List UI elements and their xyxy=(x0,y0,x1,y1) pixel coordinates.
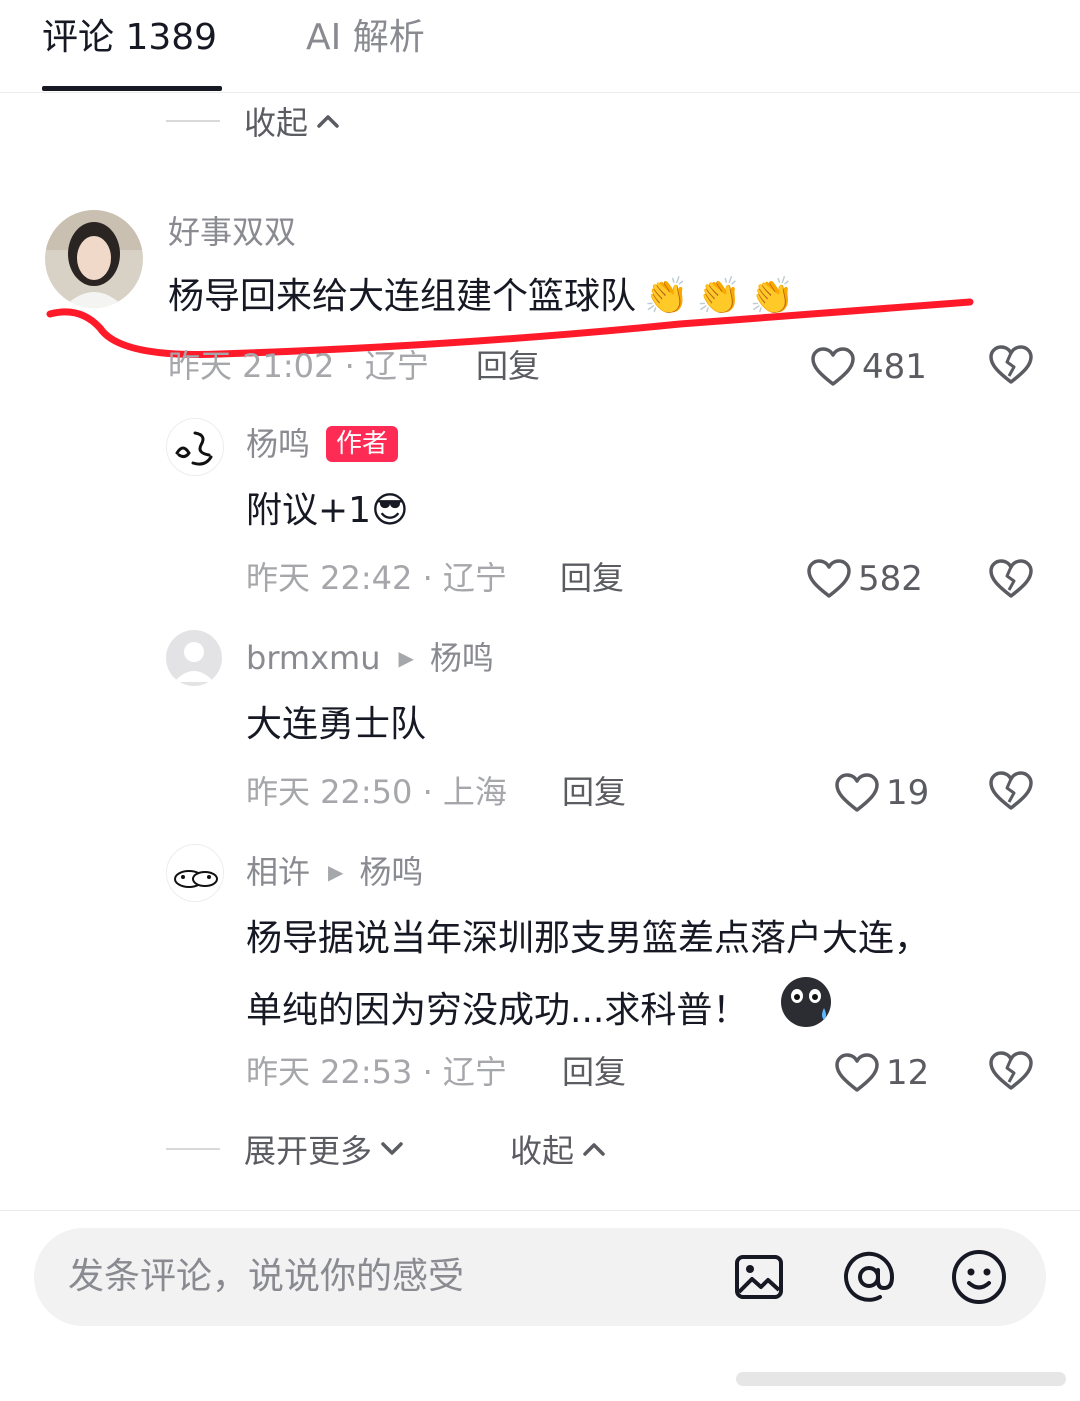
reply-username-text: 杨鸣 xyxy=(246,425,311,463)
dislike-button[interactable] xyxy=(988,1050,1034,1096)
broken-heart-icon xyxy=(989,345,1033,384)
collapse-replies-top[interactable]: 收起 xyxy=(166,98,340,144)
comment-input-placeholder: 发条评论，说说你的感受 xyxy=(68,1256,465,1297)
reply-meta: 昨天 22:53 · 辽宁 xyxy=(246,1053,507,1091)
sweat-emoji xyxy=(778,974,834,1050)
chevron-down-icon xyxy=(380,1135,404,1163)
play-arrow-icon: ▶ xyxy=(328,860,344,884)
reply-username[interactable]: 相许 ▶ 杨鸣 xyxy=(246,852,423,892)
like-count: 481 xyxy=(862,347,927,387)
comment-username[interactable]: 好事双双 xyxy=(168,212,296,252)
reply-text-body: 附议+1 xyxy=(246,490,372,531)
comment-input[interactable]: 发条评论，说说你的感受 xyxy=(34,1228,1046,1326)
tab-comments[interactable]: 评论 1389 xyxy=(42,14,217,62)
heart-icon xyxy=(835,1053,879,1092)
tab-active-indicator xyxy=(42,86,222,91)
dislike-button[interactable] xyxy=(988,344,1034,390)
collapse-label: 收起 xyxy=(510,1132,575,1170)
reply-text-line2: 单纯的因为穷没成功...求科普！ xyxy=(246,974,834,1050)
expand-more-label: 展开更多 xyxy=(244,1132,373,1170)
heart-icon xyxy=(835,773,879,812)
home-indicator xyxy=(736,1372,1066,1386)
smiley-icon[interactable] xyxy=(950,1248,1008,1310)
chevron-up-icon xyxy=(316,107,340,135)
reply-username[interactable]: 杨鸣 作者 xyxy=(246,424,399,464)
reply-meta: 昨天 22:42 · 辽宁 xyxy=(246,559,507,597)
at-icon[interactable] xyxy=(840,1248,898,1310)
like-count: 12 xyxy=(886,1053,930,1093)
collapse-label: 收起 xyxy=(244,104,309,142)
dislike-button[interactable] xyxy=(988,558,1034,604)
broken-heart-icon xyxy=(989,1051,1033,1090)
divider xyxy=(0,1210,1080,1211)
reply-text-line1: 杨导据说当年深圳那支男篮差点落户大连， xyxy=(246,918,931,959)
reply-username-text: 相许 xyxy=(246,853,311,891)
avatar[interactable] xyxy=(166,418,224,476)
reply-username[interactable]: brmxmu ▶ 杨鸣 xyxy=(246,638,494,678)
expand-more-button[interactable]: 展开更多 xyxy=(166,1126,404,1172)
tab-ai-analysis[interactable]: AI 解析 xyxy=(306,14,425,62)
reply-button[interactable]: 回复 xyxy=(562,772,626,812)
reply-button[interactable]: 回复 xyxy=(560,558,624,598)
reply-text: 大连勇士队 xyxy=(246,704,427,745)
divider-dash xyxy=(166,1148,220,1150)
divider-dash xyxy=(166,120,220,122)
like-button[interactable]: 582 xyxy=(806,558,923,600)
reply-text: 附议+1😎 xyxy=(246,480,409,542)
heart-icon xyxy=(807,559,851,598)
avatar[interactable] xyxy=(166,630,222,686)
reply-meta: 昨天 22:50 · 上海 xyxy=(246,773,507,811)
like-button[interactable]: 12 xyxy=(834,1052,929,1094)
broken-heart-icon xyxy=(989,559,1033,598)
reply-to-username[interactable]: 杨鸣 xyxy=(359,852,423,892)
broken-heart-icon xyxy=(989,771,1033,810)
reply-button[interactable]: 回复 xyxy=(562,1052,626,1092)
dislike-button[interactable] xyxy=(988,770,1034,816)
author-badge: 作者 xyxy=(326,426,399,462)
comment-meta: 昨天 21:02 · 辽宁 xyxy=(168,347,429,385)
collapse-replies-bottom[interactable]: 收起 xyxy=(510,1126,606,1172)
like-count: 582 xyxy=(858,559,923,599)
reply-button[interactable]: 回复 xyxy=(476,346,540,386)
sunglasses-emoji: 😎 xyxy=(371,490,409,531)
like-button[interactable]: 19 xyxy=(834,772,929,814)
divider xyxy=(0,92,1080,93)
avatar[interactable] xyxy=(166,844,224,902)
play-arrow-icon: ▶ xyxy=(398,646,414,670)
reply-username-text: brmxmu xyxy=(246,639,381,677)
like-button[interactable]: 481 xyxy=(810,346,927,388)
like-count: 19 xyxy=(886,773,930,813)
image-icon[interactable] xyxy=(732,1250,786,1308)
chevron-up-icon xyxy=(582,1135,606,1163)
reply-text-body: 单纯的因为穷没成功...求科普！ xyxy=(246,990,749,1031)
heart-icon xyxy=(811,347,855,386)
reply-to-username[interactable]: 杨鸣 xyxy=(430,638,494,678)
